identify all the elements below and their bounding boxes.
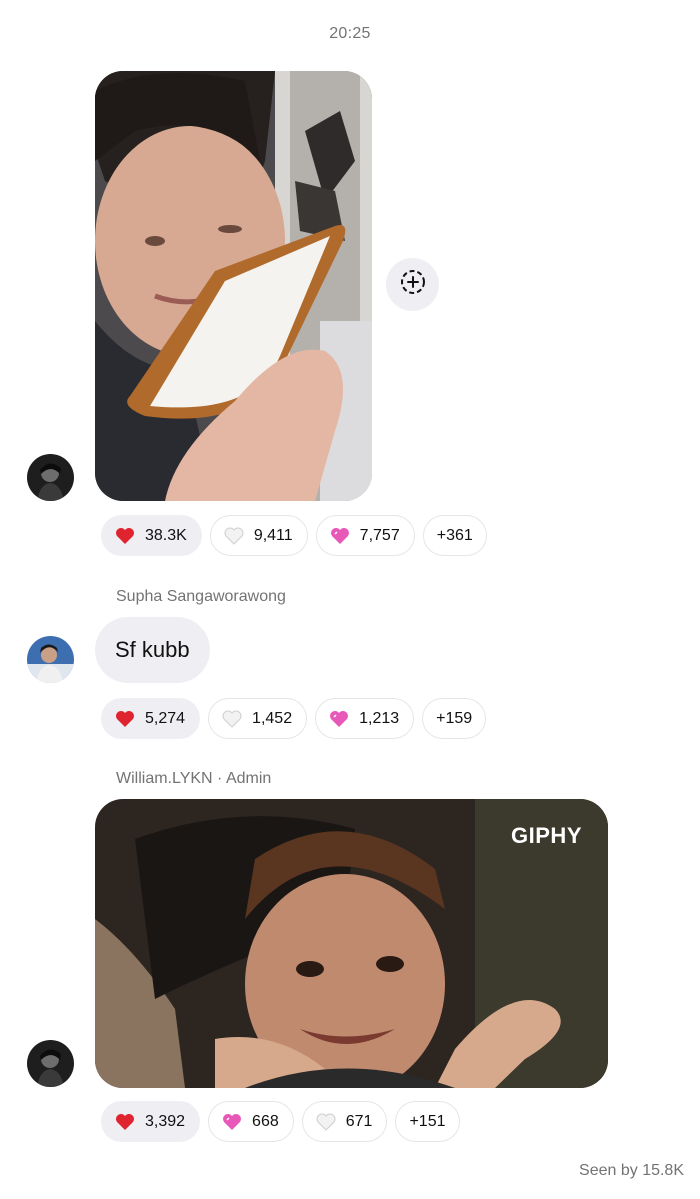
avatar[interactable]	[27, 454, 74, 501]
reaction-red-heart[interactable]: 3,392	[101, 1101, 201, 1142]
red-heart-icon	[114, 708, 136, 730]
reaction-count: 671	[345, 1112, 373, 1130]
reaction-white-heart[interactable]: 9,411	[209, 515, 308, 556]
pink-heart-icon	[328, 708, 350, 730]
avatar[interactable]	[27, 636, 74, 683]
red-heart-icon	[114, 1111, 136, 1133]
reaction-red-heart[interactable]: 5,274	[101, 698, 201, 739]
reaction-more[interactable]: +159	[422, 698, 487, 739]
reaction-bar: 5,274 1,452 1,213 +159	[101, 698, 487, 739]
reaction-white-heart[interactable]: 1,452	[208, 698, 308, 739]
reaction-pink-heart[interactable]: 7,757	[315, 515, 415, 556]
reaction-count: 7,757	[359, 526, 400, 544]
reaction-count: 5,274	[145, 709, 186, 727]
reaction-more[interactable]: +151	[395, 1101, 460, 1142]
reaction-red-heart[interactable]: 38.3K	[101, 515, 202, 556]
reaction-pink-heart[interactable]: 1,213	[315, 698, 415, 739]
white-heart-icon	[223, 525, 245, 547]
pink-heart-icon	[221, 1111, 243, 1133]
gif-message[interactable]: GIPHY	[95, 799, 608, 1088]
message-bubble[interactable]: Sf kubb	[95, 617, 210, 683]
share-to-story-icon	[399, 268, 427, 301]
reaction-count: +151	[409, 1112, 446, 1130]
reaction-bar: 38.3K 9,411 7,757 +361	[101, 515, 487, 556]
red-heart-icon	[114, 525, 136, 547]
pink-heart-icon	[329, 525, 351, 547]
giphy-watermark: GIPHY	[511, 823, 582, 848]
reaction-bar: 3,392 668 671 +151	[101, 1101, 460, 1142]
photo-message[interactable]	[95, 71, 372, 501]
reaction-count: +361	[436, 526, 473, 544]
message-text: Sf kubb	[115, 637, 190, 662]
reaction-count: 1,452	[252, 709, 293, 727]
seen-status: Seen by 15.8K	[579, 1162, 684, 1179]
avatar[interactable]	[27, 1040, 74, 1087]
sender-name: William.LYKN · Admin	[116, 770, 272, 787]
reaction-count: 38.3K	[145, 526, 187, 544]
reaction-count: 3,392	[145, 1112, 186, 1130]
sender-name: Supha Sangaworawong	[116, 588, 286, 605]
reaction-white-heart[interactable]: 671	[301, 1101, 388, 1142]
reaction-pink-heart[interactable]: 668	[208, 1101, 294, 1142]
reaction-count: 1,213	[359, 709, 400, 727]
reaction-count: 668	[252, 1112, 279, 1130]
share-button[interactable]	[386, 258, 439, 311]
reaction-count: 9,411	[253, 526, 293, 544]
reaction-count: +159	[436, 709, 473, 727]
reaction-more[interactable]: +361	[422, 515, 487, 556]
timestamp: 20:25	[329, 25, 371, 42]
white-heart-icon	[221, 708, 243, 730]
white-heart-icon	[315, 1111, 337, 1133]
